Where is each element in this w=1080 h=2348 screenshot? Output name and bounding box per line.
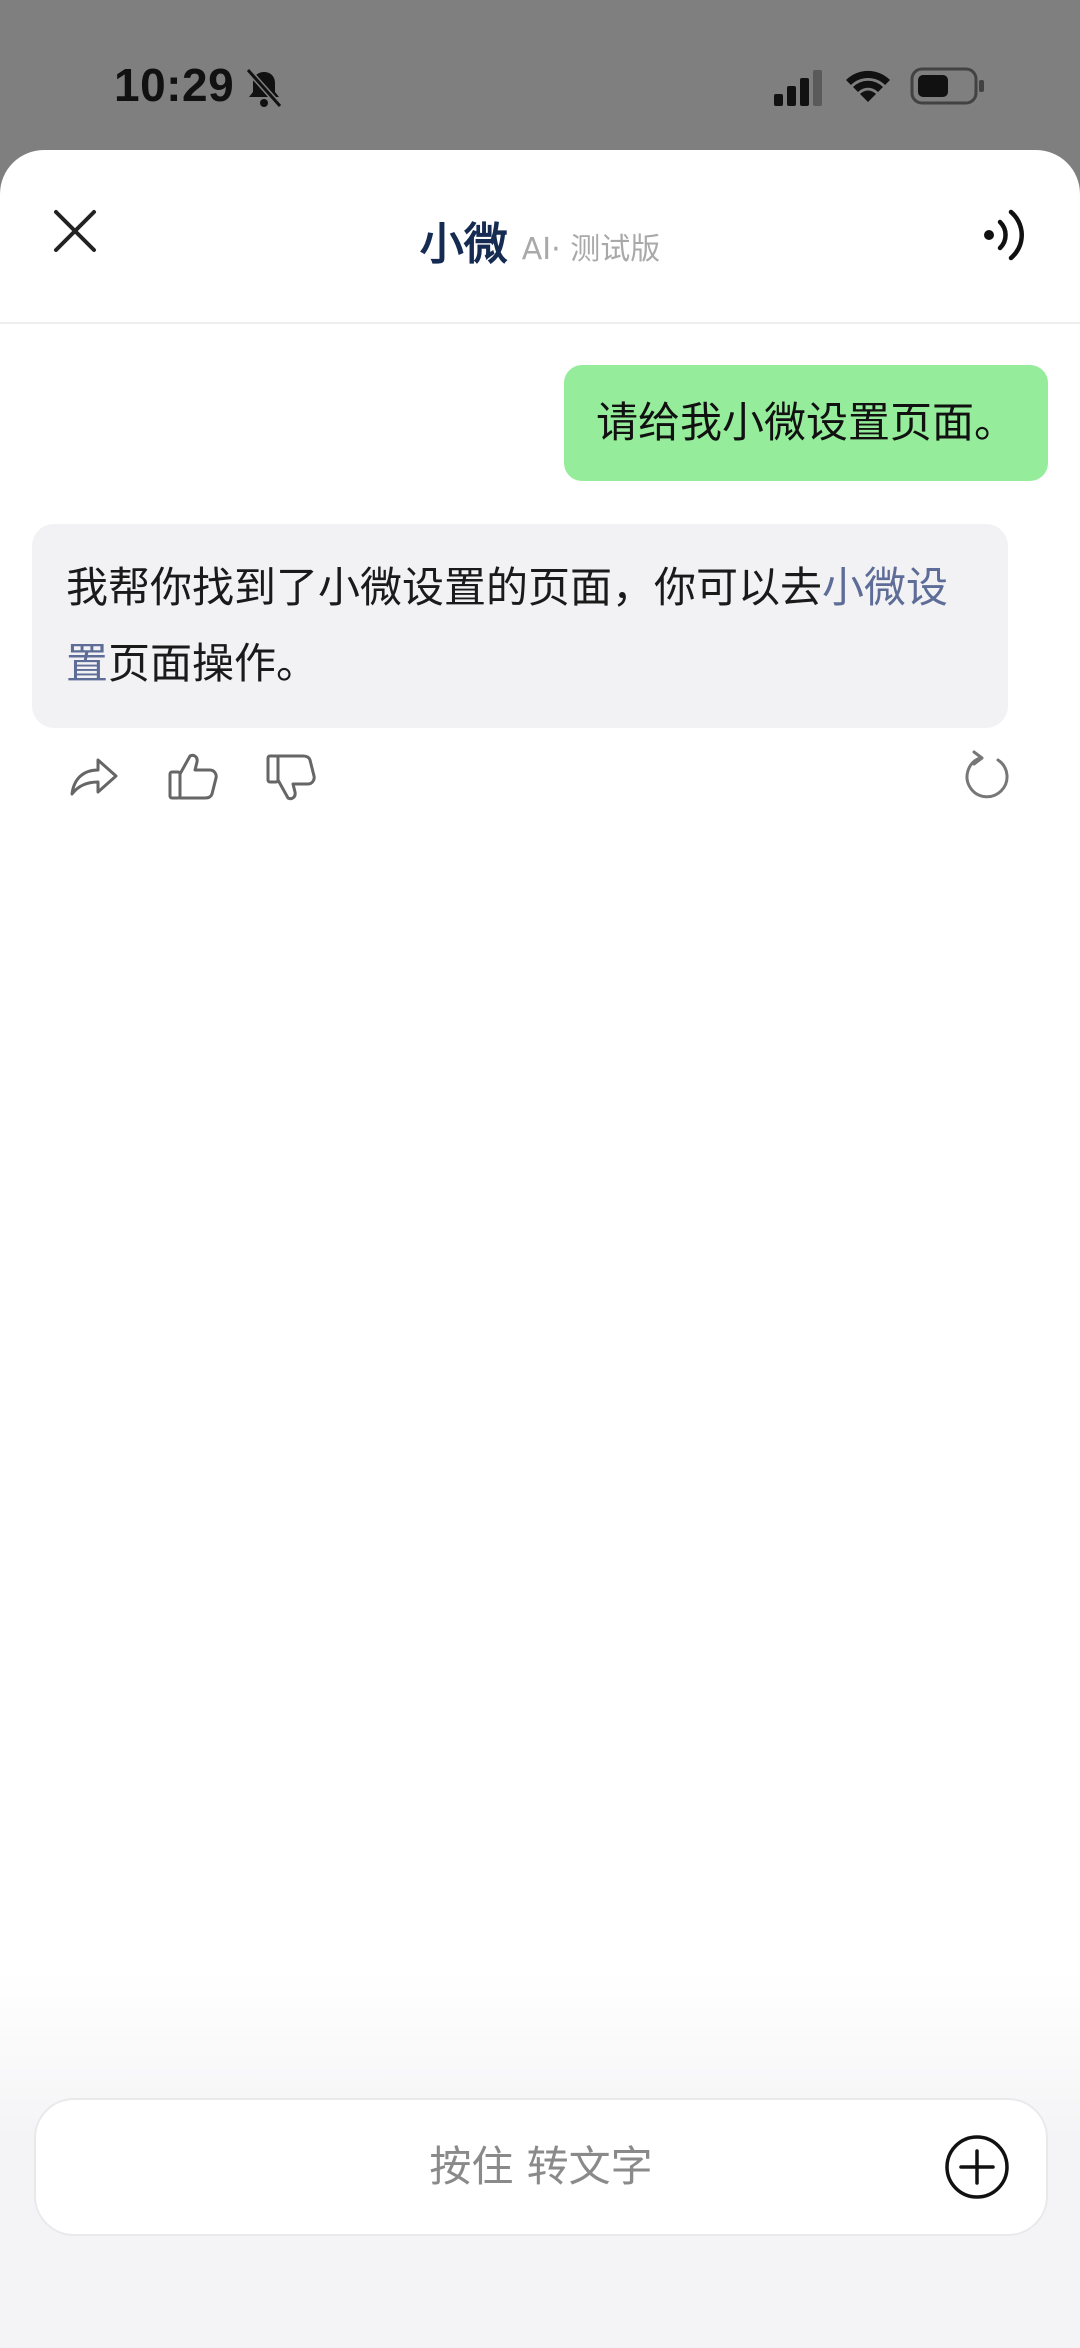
bot-message-text: 我帮你找到了小微设置的页面，你可以去 [66, 563, 823, 612]
message-actions [0, 748, 1080, 818]
page-title: 小微 [419, 219, 508, 270]
refresh-icon[interactable] [958, 748, 1016, 806]
speaker-icon[interactable] [976, 204, 1040, 266]
battery-icon [910, 67, 984, 105]
assistant-sheet: 小微 AI· 测试版 请给我小微设置页面。 我帮你找到了小微设置的页面，你可以去小… [0, 150, 1080, 2348]
bell-muted-icon [245, 68, 283, 108]
user-message-bubble: 请给我小微设置页面。 [563, 365, 1048, 481]
voice-input-hint: 按住 转文字 [429, 2142, 653, 2191]
cellular-signal-icon [774, 70, 822, 106]
bot-message-bubble: 我帮你找到了小微设置的页面，你可以去小微设置页面操作。 [32, 524, 1008, 728]
bot-message-text-end: 页面操作。 [108, 639, 319, 688]
title-wrap: 小微 AI· 测试版 [0, 208, 1080, 272]
share-icon[interactable] [64, 748, 122, 806]
voice-input-bar[interactable]: 按住 转文字 [34, 2098, 1048, 2236]
page-subtitle: AI· 测试版 [521, 232, 661, 267]
plus-circle-icon[interactable] [944, 2134, 1010, 2200]
thumbs-up-icon[interactable] [164, 748, 222, 806]
status-time: 10:29 [114, 59, 235, 111]
thumbs-down-icon[interactable] [262, 748, 320, 806]
status-bar: 10:29 [0, 0, 1080, 150]
header: 小微 AI· 测试版 [0, 150, 1080, 324]
wifi-icon [846, 70, 890, 102]
